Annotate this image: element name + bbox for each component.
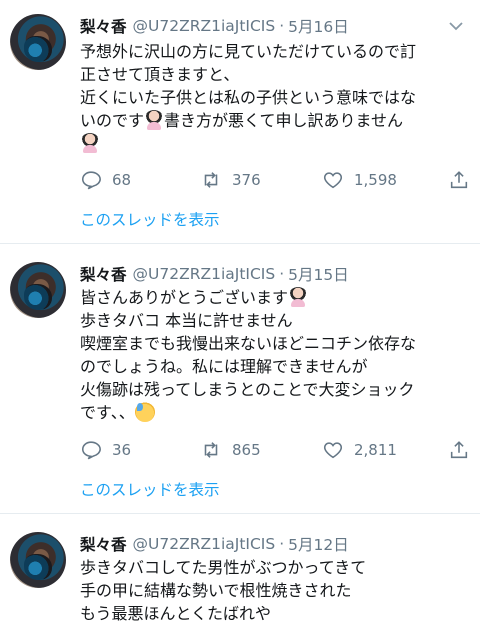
action-bar: 68 376 1,598 (80, 168, 472, 192)
like-button[interactable]: 1,598 (322, 168, 397, 192)
reply-button[interactable]: 68 (80, 168, 131, 192)
tweet-header: 梨々香 @U72ZRZ1iaJtICIS · 5月12日 (80, 532, 349, 556)
like-count: 1,598 (354, 171, 397, 189)
reply-button[interactable]: 36 (80, 438, 131, 462)
retweet-button[interactable]: 865 (200, 438, 261, 462)
share-button[interactable] (448, 168, 480, 192)
share-icon (450, 441, 468, 459)
user-handle[interactable]: @U72ZRZ1iaJtICIS (133, 265, 276, 283)
tweet-header: 梨々香 @U72ZRZ1iaJtICIS · 5月15日 (80, 262, 349, 286)
separator: · (279, 535, 285, 553)
tweet-date[interactable]: 5月12日 (288, 533, 349, 555)
tweet-date[interactable]: 5月15日 (288, 263, 349, 285)
display-name[interactable]: 梨々香 (80, 263, 127, 285)
heart-icon (323, 442, 343, 459)
timeline: 梨々香 @U72ZRZ1iaJtICIS · 5月16日 予想外に沢山の方に見て… (0, 0, 480, 623)
share-icon (450, 171, 468, 189)
retweet-count: 865 (232, 441, 261, 459)
share-button[interactable] (448, 438, 480, 462)
display-name[interactable]: 梨々香 (80, 15, 127, 37)
tweet-date[interactable]: 5月16日 (288, 15, 349, 37)
retweet-button[interactable]: 376 (200, 168, 261, 192)
separator: · (279, 265, 285, 283)
retweet-icon (204, 172, 218, 188)
avatar[interactable] (10, 532, 66, 588)
avatar[interactable] (10, 14, 66, 70)
tweet-text: 歩きタバコしてた男性がぶつかってきて 手の甲に結構な勢いで根性焼きされた もう最… (80, 558, 367, 623)
reply-count: 68 (112, 171, 132, 189)
chevron-down-icon[interactable] (448, 18, 464, 34)
like-button[interactable]: 2,811 (322, 438, 397, 462)
show-thread-link[interactable]: このスレッドを表示 (80, 208, 220, 230)
tweet-3[interactable]: 梨々香 @U72ZRZ1iaJtICIS · 5月12日 歩きタバコしてた男性が… (0, 514, 480, 623)
tweet-1[interactable]: 梨々香 @U72ZRZ1iaJtICIS · 5月16日 予想外に沢山の方に見て… (0, 0, 480, 244)
user-handle[interactable]: @U72ZRZ1iaJtICIS (133, 535, 276, 553)
person-emoji-icon (80, 133, 100, 153)
separator: · (279, 17, 285, 35)
tweet-header: 梨々香 @U72ZRZ1iaJtICIS · 5月16日 (80, 14, 349, 38)
show-thread-link[interactable]: このスレッドを表示 (80, 478, 220, 500)
sweat-face-emoji-icon (134, 402, 155, 422)
user-handle[interactable]: @U72ZRZ1iaJtICIS (133, 17, 276, 35)
tweet-2[interactable]: 梨々香 @U72ZRZ1iaJtICIS · 5月15日 皆さんありがとうござい… (0, 244, 480, 514)
action-bar: 36 865 2,811 (80, 438, 472, 462)
retweet-icon (204, 442, 218, 458)
person-emoji-icon (144, 110, 165, 130)
reply-icon (81, 171, 101, 190)
display-name[interactable]: 梨々香 (80, 533, 127, 555)
avatar[interactable] (10, 262, 66, 318)
reply-icon (81, 441, 101, 460)
reply-count: 36 (112, 441, 132, 459)
heart-icon (323, 172, 343, 189)
tweet-text: 予想外に沢山の方に見ていただけているので訂 正させて頂きますと、 近くにいた子供… (80, 40, 472, 155)
tweet-text: 皆さんありがとうございます 歩きタバコ 本当に許せません 喫煙室までも我慢出来な… (80, 287, 417, 422)
retweet-count: 376 (232, 171, 261, 189)
person-emoji-icon (288, 287, 309, 307)
like-count: 2,811 (354, 441, 397, 459)
